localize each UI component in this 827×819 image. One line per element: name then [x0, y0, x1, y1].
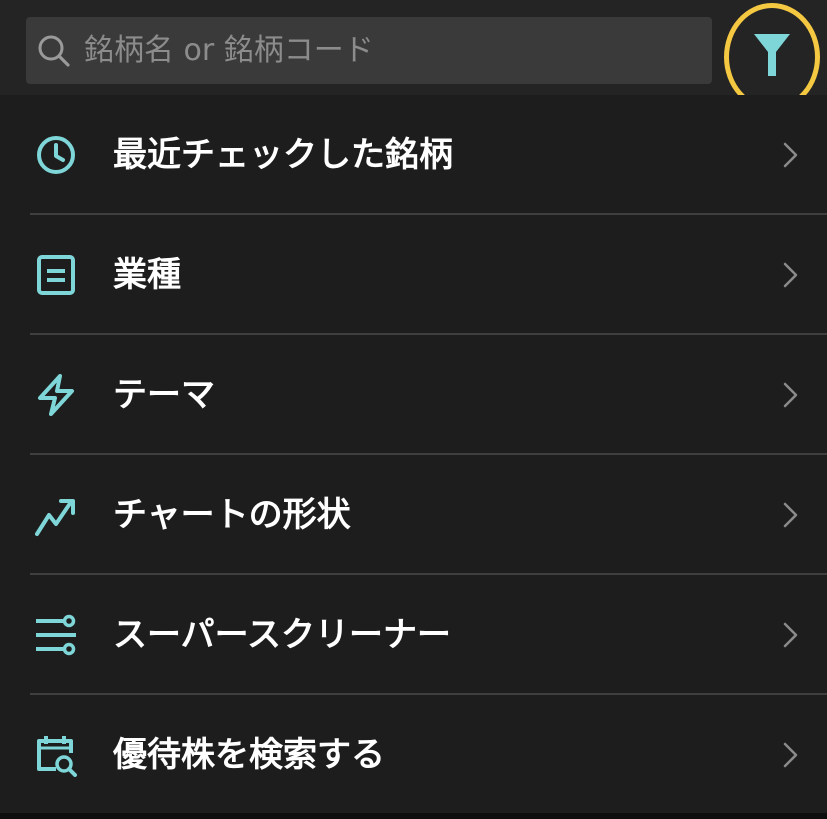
menu-item-recent[interactable]: 最近チェックした銘柄 — [0, 95, 827, 215]
chevron-right-icon — [783, 742, 798, 768]
search-input[interactable] — [84, 17, 684, 84]
top-bar — [0, 0, 827, 111]
menu-item-super-screener[interactable]: スーパースクリーナー — [0, 575, 827, 695]
trending-up-icon — [35, 499, 75, 536]
menu-item-label: 業種 — [113, 255, 181, 295]
lightning-icon — [38, 374, 74, 416]
menu-item-theme[interactable]: テーマ — [0, 335, 827, 455]
calendar-search-icon — [37, 736, 77, 777]
menu-item-industry[interactable]: 業種 — [0, 215, 827, 335]
filter-funnel-icon — [754, 34, 790, 76]
menu-item-chart-shape[interactable]: チャートの形状 — [0, 455, 827, 575]
menu-item-label: チャートの形状 — [113, 495, 351, 535]
chevron-right-icon — [783, 502, 798, 528]
chevron-right-icon — [783, 382, 798, 408]
chevron-right-icon — [783, 262, 798, 288]
search-menu: 最近チェックした銘柄 業種 テーマ チャートの形状 スーパースクリーナー 優待株… — [0, 95, 827, 819]
menu-item-benefit-stocks[interactable]: 優待株を検索する — [0, 695, 827, 815]
sliders-icon — [36, 614, 76, 656]
menu-item-label: テーマ — [113, 375, 215, 415]
search-icon — [38, 35, 70, 67]
chevron-right-icon — [783, 142, 798, 168]
chevron-right-icon — [783, 622, 798, 648]
menu-item-label: スーパースクリーナー — [113, 615, 451, 655]
list-document-icon — [37, 255, 75, 295]
clock-icon — [37, 136, 75, 174]
menu-item-label: 最近チェックした銘柄 — [113, 135, 453, 175]
menu-item-label: 優待株を検索する — [113, 735, 385, 775]
bottom-edge — [0, 813, 827, 819]
search-box[interactable] — [26, 17, 712, 84]
